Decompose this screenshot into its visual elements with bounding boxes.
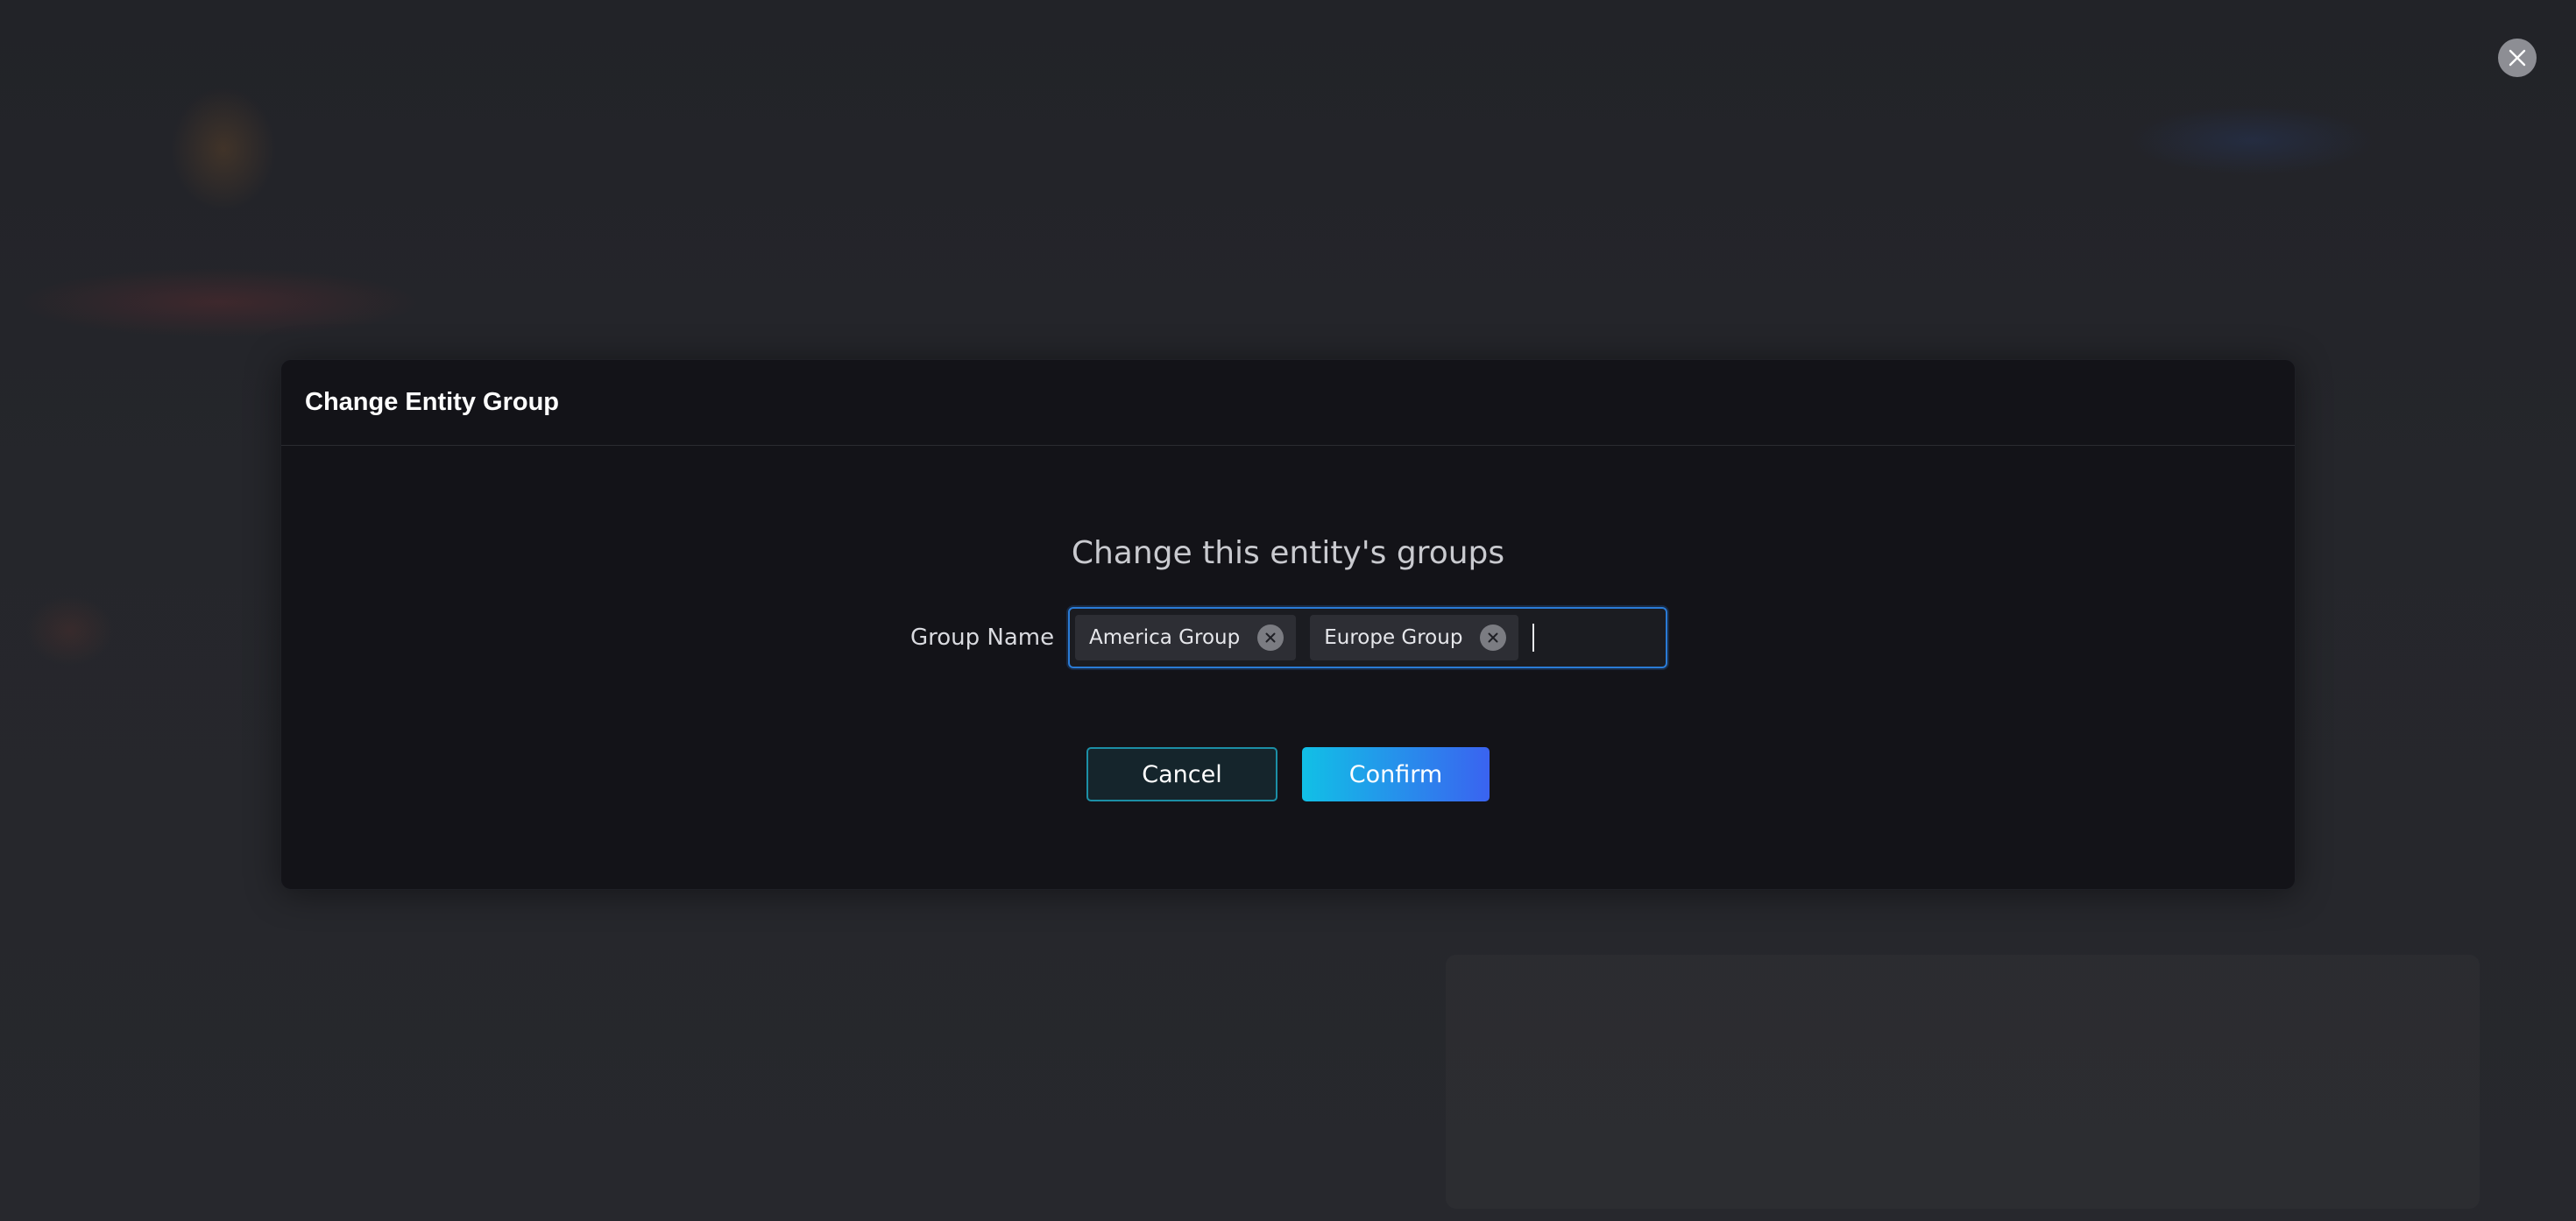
remove-chip-america-button[interactable]	[1257, 625, 1284, 651]
text-caret	[1532, 624, 1535, 652]
chip-label: Europe Group	[1324, 626, 1463, 649]
blurred-panel	[1446, 955, 2480, 1209]
remove-chip-europe-button[interactable]	[1480, 625, 1507, 651]
close-circle-icon	[1488, 632, 1498, 643]
dialog-title: Change Entity Group	[305, 388, 559, 416]
cancel-button[interactable]: Cancel	[1086, 747, 1277, 801]
confirm-button[interactable]: Confirm	[1302, 747, 1490, 801]
dialog-subtitle: Change this entity's groups	[1071, 535, 1505, 571]
close-icon	[2509, 49, 2526, 67]
group-name-input[interactable]: America Group Europe Group	[1068, 607, 1667, 668]
overlay-close-button[interactable]	[2498, 39, 2537, 77]
close-circle-icon	[1265, 632, 1276, 643]
chip-label: America Group	[1089, 626, 1241, 649]
change-entity-group-dialog: Change Entity Group Change this entity's…	[280, 359, 2296, 890]
dialog-header: Change Entity Group	[281, 360, 2295, 446]
group-chip-america: America Group	[1075, 615, 1297, 660]
group-chip-europe: Europe Group	[1310, 615, 1519, 660]
group-text-entry[interactable]	[1532, 609, 1666, 667]
